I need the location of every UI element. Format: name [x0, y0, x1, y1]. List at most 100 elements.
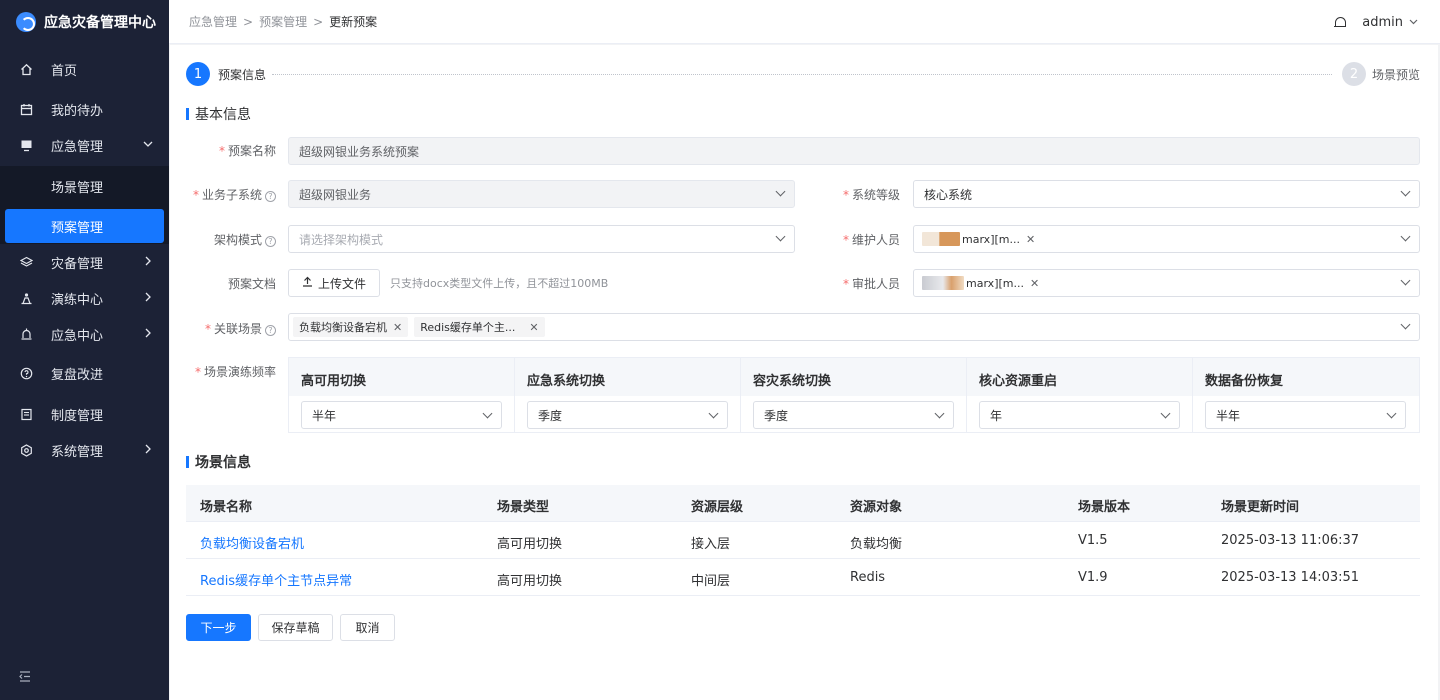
sidebar-item-drill-center[interactable]: 演练中心 [0, 280, 169, 316]
system-level-value: 核心系统 [924, 187, 973, 202]
related-scenes-select[interactable]: 负载均衡设备宕机 ✕ Redis缓存单个主... ✕ [288, 313, 1420, 341]
breadcrumb: 应急管理 > 预案管理 > 更新预案 [189, 13, 377, 30]
collapse-sidebar-icon[interactable] [19, 671, 31, 686]
sidebar-item-dr-mgmt[interactable]: 灾备管理 [0, 244, 169, 280]
chevron-down-icon[interactable] [1409, 17, 1418, 28]
sidebar-subitem-label: 场景管理 [51, 180, 104, 196]
freq-column-header: 应急系统切换 [527, 374, 606, 389]
scene-tag-text: 负载均衡设备宕机 [299, 321, 387, 334]
step-2-label: 场景预览 [1372, 68, 1421, 82]
freq-column: 应急系统切换 季度 [515, 358, 741, 432]
chevron-down-icon [1400, 275, 1411, 286]
maintainer-select[interactable]: marx][m... ✕ [913, 225, 1420, 253]
maintainer-tag-text: marx][m... [962, 232, 1020, 246]
table-header-cell: 资源层级 [691, 500, 744, 515]
sidebar-item-review[interactable]: 复盘改进 [0, 355, 169, 391]
freq-select[interactable]: 半年 [301, 401, 502, 429]
sidebar-item-label: 我的待办 [51, 103, 104, 119]
chevron-right-icon [143, 443, 153, 457]
approver-select[interactable]: marx][m... ✕ [913, 269, 1420, 297]
drill-frequency-label-text: 场景演练频率 [203, 365, 276, 379]
freq-column-header: 核心资源重启 [979, 374, 1058, 389]
scene-name-link[interactable]: Redis缓存单个主节点异常 [200, 570, 352, 589]
plan-name-label-text: 预案名称 [227, 144, 276, 158]
approver-label-text: 审批人员 [851, 277, 900, 291]
sidebar-item-home[interactable]: 首页 [0, 51, 169, 87]
close-icon[interactable]: ✕ [393, 321, 402, 334]
architecture-select[interactable]: 请选择架构模式 [288, 225, 795, 253]
subsystem-select: 超级网银业务 [288, 180, 795, 208]
help-icon[interactable]: ? [265, 236, 276, 247]
sidebar-item-emergency-mgmt[interactable]: 应急管理 [0, 127, 169, 163]
freq-select[interactable]: 半年 [1205, 401, 1406, 429]
upload-file-button[interactable]: 上传文件 [288, 269, 380, 297]
chevron-right-icon [143, 291, 153, 305]
chevron-down-icon [1400, 231, 1411, 242]
bell-icon[interactable] [1334, 16, 1347, 29]
step-2-circle: 2 [1342, 62, 1366, 86]
freq-column-header: 数据备份恢复 [1205, 374, 1284, 389]
chevron-right-icon [143, 255, 153, 269]
freq-select[interactable]: 季度 [527, 401, 728, 429]
sidebar-item-label: 复盘改进 [51, 367, 104, 383]
sidebar-item-label: 灾备管理 [51, 256, 104, 272]
approver-tag-text: marx][m... [966, 276, 1024, 290]
app-title: 应急灾备管理中心 [44, 15, 156, 31]
close-icon[interactable]: ✕ [1030, 277, 1039, 290]
help-icon[interactable]: ? [265, 325, 276, 336]
step-connector [272, 74, 1332, 75]
drill-frequency-label: * 场景演练频率 [194, 365, 276, 379]
breadcrumb-item[interactable]: 应急管理 [189, 13, 237, 30]
plan-doc-label: 预案文档 [186, 275, 276, 292]
document-icon [19, 407, 33, 421]
freq-column: 核心资源重启 年 [967, 358, 1193, 432]
breadcrumb-item[interactable]: 预案管理 [259, 13, 307, 30]
related-scenes-label: * 关联场景? [186, 320, 276, 337]
table-header-cell: 场景名称 [200, 500, 253, 515]
freq-select[interactable]: 季度 [753, 401, 954, 429]
table-header-cell: 场景类型 [497, 500, 550, 515]
plan-doc-label-text: 预案文档 [227, 277, 276, 291]
sidebar-subitem-plan-mgmt[interactable]: 预案管理 [5, 209, 164, 243]
next-step-button[interactable]: 下一步 [186, 614, 251, 641]
system-level-select[interactable]: 核心系统 [913, 180, 1420, 208]
freq-column-header: 容灾系统切换 [753, 374, 832, 389]
save-draft-button[interactable]: 保存草稿 [258, 614, 333, 641]
scene-table: 场景名称 场景类型 资源层级 资源对象 场景版本 场景更新时间 负载均衡设备宕机… [186, 485, 1420, 596]
section-bar [186, 108, 189, 120]
user-area: admin [1334, 0, 1418, 44]
sidebar-item-emergency-center[interactable]: 应急中心 [0, 316, 169, 352]
cancel-button[interactable]: 取消 [340, 614, 395, 641]
maintainer-tag: marx][m... ✕ [922, 229, 1042, 249]
close-icon[interactable]: ✕ [1026, 233, 1035, 246]
freq-select[interactable]: 年 [979, 401, 1180, 429]
section-scene-info: 场景信息 [186, 452, 251, 472]
plan-name-label: * 预案名称 [218, 144, 276, 158]
sidebar-item-label: 应急中心 [51, 328, 104, 344]
chevron-down-icon [482, 408, 493, 419]
help-icon[interactable]: ? [265, 191, 276, 202]
sidebar-item-todo[interactable]: 我的待办 [0, 91, 169, 127]
freq-select-value: 季度 [538, 408, 563, 423]
table-cell: 2025-03-13 14:03:51 [1221, 570, 1360, 585]
table-cell: 负载均衡 [850, 537, 903, 552]
plan-name-input: 超级网银业务系统预案 [288, 137, 1420, 165]
sidebar-item-policy[interactable]: 制度管理 [0, 396, 169, 432]
table-row: 负载均衡设备宕机 高可用切换 接入层 负载均衡 V1.5 2025-03-13 … [186, 522, 1420, 559]
freq-select-value: 半年 [312, 408, 337, 423]
user-name[interactable]: admin [1362, 15, 1403, 30]
chevron-down-icon [1386, 408, 1397, 419]
scene-name-link[interactable]: 负载均衡设备宕机 [200, 533, 304, 552]
chevron-right-icon [143, 327, 153, 341]
close-icon[interactable]: ✕ [529, 321, 538, 334]
architecture-placeholder: 请选择架构模式 [299, 232, 384, 247]
step-1-label: 预案信息 [218, 68, 267, 82]
drill-frequency-table: 高可用切换 半年 应急系统切换 季度 容灾系统切换 季度 核心资源重启 年 数据… [288, 357, 1420, 433]
top-header: 应急管理 > 预案管理 > 更新预案 admin [169, 0, 1440, 44]
table-cell: V1.9 [1078, 570, 1108, 585]
sidebar-subitem-scene-mgmt[interactable]: 场景管理 [0, 169, 169, 203]
freq-column: 高可用切换 半年 [289, 358, 515, 432]
sidebar-item-system-mgmt[interactable]: 系统管理 [0, 432, 169, 468]
table-header-cell: 场景更新时间 [1221, 500, 1300, 515]
maintainer-label: * 维护人员 [842, 233, 900, 247]
